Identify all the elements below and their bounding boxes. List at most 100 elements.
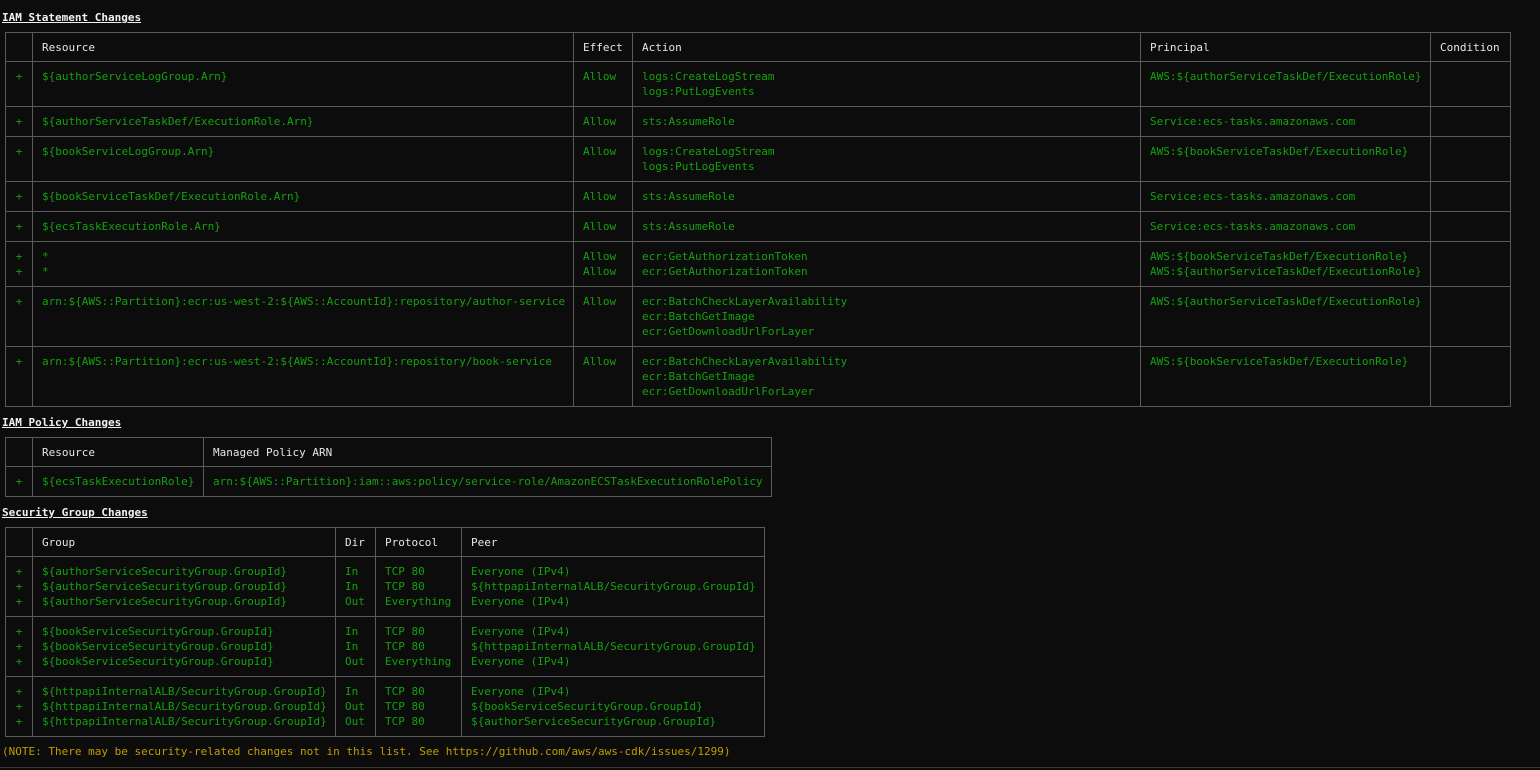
effect-value: Allow: [583, 250, 617, 263]
group-value: ${bookServiceSecurityGroup.GroupId}: [42, 625, 274, 638]
security-note: (NOTE: There may be security-related cha…: [2, 745, 731, 758]
resource-cell: ${authorServiceLogGroup.Arn}: [32, 61, 574, 107]
added-marker: +: [15, 115, 23, 128]
effect-value: Allow: [583, 355, 617, 368]
added-marker: +: [15, 715, 23, 728]
table-row: + + * * Allow Allow ecr:GetAuthorizationToken e…: [5, 241, 1511, 287]
plus-cell: + +: [5, 241, 33, 287]
security-group-table: Group Dir Protocol Peer + + + ${authorServiceSe…: [5, 527, 765, 737]
principal-cell: Service:ecs-tasks.amazonaws.com: [1140, 211, 1431, 242]
principal-cell: Service:ecs-tasks.amazonaws.com: [1140, 106, 1431, 137]
principal-value: AWS:${authorServiceTaskDef/ExecutionRole…: [1150, 295, 1422, 308]
added-marker: +: [15, 475, 23, 488]
added-marker: +: [15, 355, 23, 368]
peer-value: Everyone (IPv4): [471, 565, 571, 578]
resource-value: ${bookServiceTaskDef/ExecutionRole.Arn}: [42, 190, 301, 203]
column-header-resource: Resource: [32, 437, 204, 467]
dir-value: In: [345, 640, 359, 653]
protocol-cell: TCP 80 TCP 80 TCP 80: [375, 676, 462, 737]
dir-value: In: [345, 580, 359, 593]
column-header-principal: Principal: [1140, 32, 1431, 62]
column-header-peer: Peer: [461, 527, 765, 557]
principal-cell: AWS:${authorServiceTaskDef/ExecutionRole…: [1140, 61, 1431, 107]
dir-cell: In In Out: [335, 616, 376, 677]
protocol-value: TCP 80: [385, 715, 425, 728]
added-marker: +: [15, 580, 23, 593]
action-value: ecr:BatchCheckLayerAvailability: [642, 295, 848, 308]
added-marker: +: [15, 655, 23, 668]
group-cell: ${bookServiceSecurityGroup.GroupId} ${boo…: [32, 616, 336, 677]
column-header-plus: [5, 32, 33, 62]
added-marker: +: [15, 295, 23, 308]
action-value: ecr:GetAuthorizationToken: [642, 265, 808, 278]
principal-value: AWS:${bookServiceTaskDef/ExecutionRole}: [1150, 355, 1409, 368]
effect-cell: Allow Allow: [573, 241, 633, 287]
plus-cell: +: [5, 106, 33, 137]
effect-cell: Allow: [573, 346, 633, 407]
column-header-action: Action: [632, 32, 1141, 62]
added-marker: +: [15, 625, 23, 638]
principal-cell: AWS:${bookServiceTaskDef/ExecutionRole}: [1140, 346, 1431, 407]
peer-value: ${authorServiceSecurityGroup.GroupId}: [471, 715, 717, 728]
resource-cell: ${bookServiceLogGroup.Arn}: [32, 136, 574, 182]
principal-value: AWS:${authorServiceTaskDef/ExecutionRole…: [1150, 70, 1422, 83]
plus-cell: + + +: [5, 556, 33, 617]
added-marker: +: [15, 640, 23, 653]
condition-cell: [1430, 181, 1511, 212]
plus-cell: +: [5, 136, 33, 182]
effect-cell: Allow: [573, 181, 633, 212]
column-header-group: Group: [32, 527, 336, 557]
peer-cell: Everyone (IPv4) ${httpapiInternalALB/Secu…: [461, 616, 765, 677]
resource-cell: arn:${AWS::Partition}:ecr:us-west-2:${AW…: [32, 286, 574, 347]
peer-value: ${bookServiceSecurityGroup.GroupId}: [471, 700, 703, 713]
effect-value: Allow: [583, 190, 617, 203]
principal-value: AWS:${bookServiceTaskDef/ExecutionRole}: [1150, 145, 1409, 158]
security-group-heading: Security Group Changes: [2, 506, 148, 519]
action-value: ecr:BatchGetImage: [642, 310, 755, 323]
effect-value: Allow: [583, 70, 617, 83]
added-marker: +: [15, 70, 23, 83]
effect-cell: Allow: [573, 211, 633, 242]
condition-cell: [1430, 286, 1511, 347]
table-row: + ${ecsTaskExecutionRole} arn:${AWS::Parti…: [5, 466, 772, 497]
resource-cell: ${authorServiceTaskDef/ExecutionRole.Arn…: [32, 106, 574, 137]
plus-cell: +: [5, 466, 33, 497]
protocol-value: TCP 80: [385, 580, 425, 593]
protocol-cell: TCP 80 TCP 80 Everything: [375, 616, 462, 677]
plus-cell: +: [5, 346, 33, 407]
group-value: ${httpapiInternalALB/SecurityGroup.Group…: [42, 700, 327, 713]
action-value: ecr:GetAuthorizationToken: [642, 250, 808, 263]
iam-statement-heading: IAM Statement Changes: [2, 11, 142, 24]
added-marker: +: [15, 250, 23, 263]
resource-value: ${authorServiceTaskDef/ExecutionRole.Arn…: [42, 115, 314, 128]
added-marker: +: [15, 595, 23, 608]
effect-value: Allow: [583, 145, 617, 158]
action-value: sts:AssumeRole: [642, 220, 735, 233]
protocol-value: Everything: [385, 655, 452, 668]
dir-cell: In In Out: [335, 556, 376, 617]
principal-value: Service:ecs-tasks.amazonaws.com: [1150, 115, 1356, 128]
action-cell: logs:CreateLogStream logs:PutLogEvents: [632, 61, 1141, 107]
added-marker: +: [15, 220, 23, 233]
action-value: logs:CreateLogStream: [642, 145, 775, 158]
action-cell: ecr:GetAuthorizationToken ecr:GetAuthoriz…: [632, 241, 1141, 287]
group-value: ${authorServiceSecurityGroup.GroupId}: [42, 580, 288, 593]
dir-value: In: [345, 565, 359, 578]
table-row: + + + ${authorServiceSecurityGroup.GroupId}…: [5, 556, 765, 617]
action-value: logs:CreateLogStream: [642, 70, 775, 83]
action-value: logs:PutLogEvents: [642, 85, 755, 98]
peer-value: ${httpapiInternalALB/SecurityGroup.Group…: [471, 580, 756, 593]
condition-cell: [1430, 106, 1511, 137]
group-value: ${httpapiInternalALB/SecurityGroup.Group…: [42, 715, 327, 728]
resource-cell: ${ecsTaskExecutionRole.Arn}: [32, 211, 574, 242]
iam-policy-heading: IAM Policy Changes: [2, 416, 122, 429]
group-value: ${authorServiceSecurityGroup.GroupId}: [42, 595, 288, 608]
dir-value: In: [345, 685, 359, 698]
protocol-value: TCP 80: [385, 640, 425, 653]
effect-cell: Allow: [573, 136, 633, 182]
iam-policy-table: Resource Managed Policy ARN + ${ecsTaskExec…: [5, 437, 772, 497]
added-marker: +: [15, 145, 23, 158]
resource-value: *: [42, 265, 49, 278]
resource-cell: ${bookServiceTaskDef/ExecutionRole.Arn}: [32, 181, 574, 212]
group-value: ${bookServiceSecurityGroup.GroupId}: [42, 655, 274, 668]
